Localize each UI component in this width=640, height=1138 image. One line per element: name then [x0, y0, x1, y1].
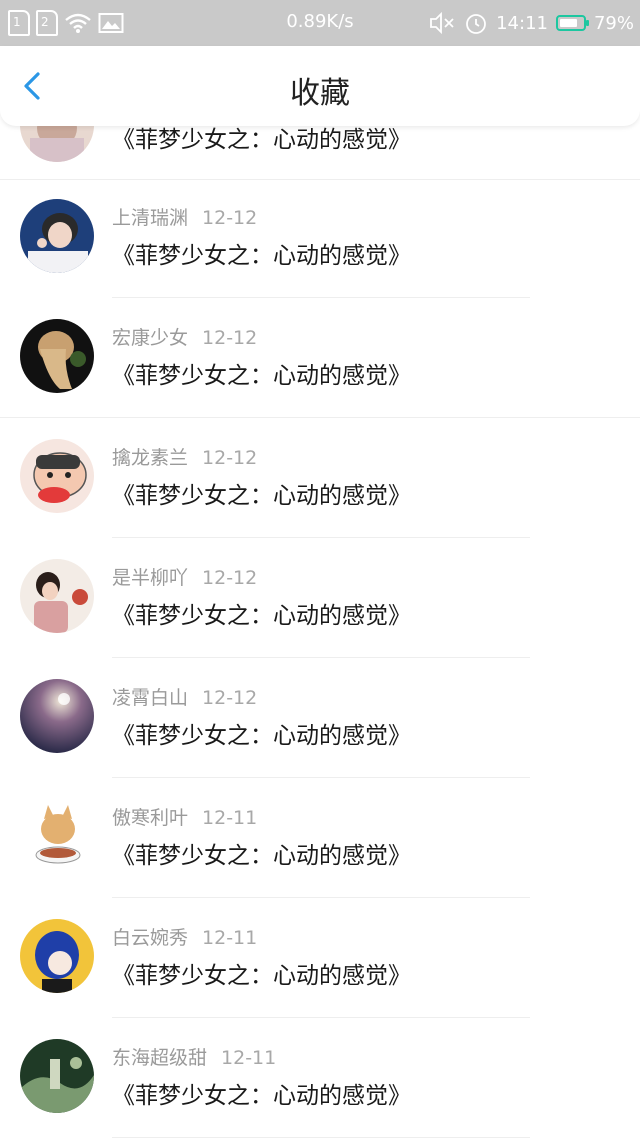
item-date: 12-11	[221, 1047, 277, 1069]
item-content: 《菲梦少女之：心动的感觉》	[112, 963, 411, 989]
item-date: 12-12	[202, 567, 258, 589]
item-content: 《菲梦少女之：心动的感觉》	[112, 483, 411, 509]
item-date: 12-11	[202, 927, 258, 949]
item-content: 《菲梦少女之：心动的感觉》	[112, 363, 411, 389]
item-meta: 宏康少女 12-12	[112, 323, 257, 349]
page-title: 收藏	[290, 76, 350, 111]
item-meta: 傲寒利叶 12-11	[112, 803, 257, 829]
user-name: 傲寒利叶	[112, 807, 189, 829]
item-meta: 擒龙素兰 12-12	[112, 443, 257, 469]
user-name: 是半柳吖	[112, 567, 189, 589]
alarm-icon	[466, 14, 487, 34]
item-date: 12-11	[202, 807, 258, 829]
item-date: 12-12	[202, 687, 258, 709]
item-date: 12-12	[202, 327, 258, 349]
item-date: 12-12	[202, 447, 258, 469]
item-meta: 东海超级甜 12-11	[112, 1043, 276, 1069]
list-item[interactable]: 擒龙素兰 12-12 《菲梦少女之：心动的感觉》	[0, 418, 640, 538]
battery-fill	[559, 19, 578, 27]
nav-header: 收藏	[0, 46, 640, 126]
item-meta: 白云婉秀 12-11	[112, 923, 257, 949]
item-content: 《菲梦少女之：心动的感觉》	[112, 1083, 411, 1109]
list-item[interactable]: 上清瑞渊 12-12 《菲梦少女之：心动的感觉》	[0, 178, 640, 298]
item-content: 《菲梦少女之：心动的感觉》	[112, 843, 411, 869]
list-item[interactable]: 凌霄白山 12-12 《菲梦少女之：心动的感觉》	[0, 658, 640, 778]
status-bar: 1 2 0.89K/s 14:11 79%	[0, 0, 640, 46]
avatar	[20, 559, 94, 633]
item-content: 《菲梦少女之：心动的感觉》	[112, 603, 411, 629]
avatar	[20, 199, 94, 273]
avatar	[20, 1039, 94, 1113]
list-item[interactable]: 东海超级甜 12-11 《菲梦少女之：心动的感觉》	[0, 1018, 640, 1138]
avatar	[20, 919, 94, 993]
battery-percent: 79%	[593, 12, 634, 34]
user-name: 擒龙素兰	[112, 447, 189, 469]
battery-icon	[555, 15, 589, 31]
user-name: 宏康少女	[112, 327, 189, 349]
item-date: 12-12	[202, 207, 258, 229]
item-content: 《菲梦少女之：心动的感觉》	[112, 243, 411, 269]
favorites-list: 《菲梦少女之：心动的感觉》 上清瑞渊 12-12 《菲梦少女之：心动的感觉》 宏…	[0, 0, 640, 1138]
avatar	[20, 679, 94, 753]
list-item[interactable]: 白云婉秀 12-11 《菲梦少女之：心动的感觉》	[0, 898, 640, 1018]
item-meta: 上清瑞渊 12-12	[112, 203, 257, 229]
avatar	[20, 319, 94, 393]
user-name: 凌霄白山	[112, 687, 189, 709]
list-item[interactable]: 是半柳吖 12-12 《菲梦少女之：心动的感觉》	[0, 538, 640, 658]
list-item[interactable]: 傲寒利叶 12-11 《菲梦少女之：心动的感觉》	[0, 778, 640, 898]
item-content: 《菲梦少女之：心动的感觉》	[112, 723, 411, 749]
user-name: 东海超级甜	[112, 1047, 208, 1069]
avatar	[20, 799, 94, 873]
user-name: 上清瑞渊	[112, 207, 189, 229]
clock: 14:11	[496, 12, 548, 34]
user-name: 白云婉秀	[112, 927, 189, 949]
item-meta: 凌霄白山 12-12	[112, 683, 257, 709]
avatar	[20, 439, 94, 513]
item-meta: 是半柳吖 12-12	[112, 563, 257, 589]
list-item[interactable]: 宏康少女 12-12 《菲梦少女之：心动的感觉》	[0, 298, 640, 418]
mute-icon	[430, 11, 454, 35]
